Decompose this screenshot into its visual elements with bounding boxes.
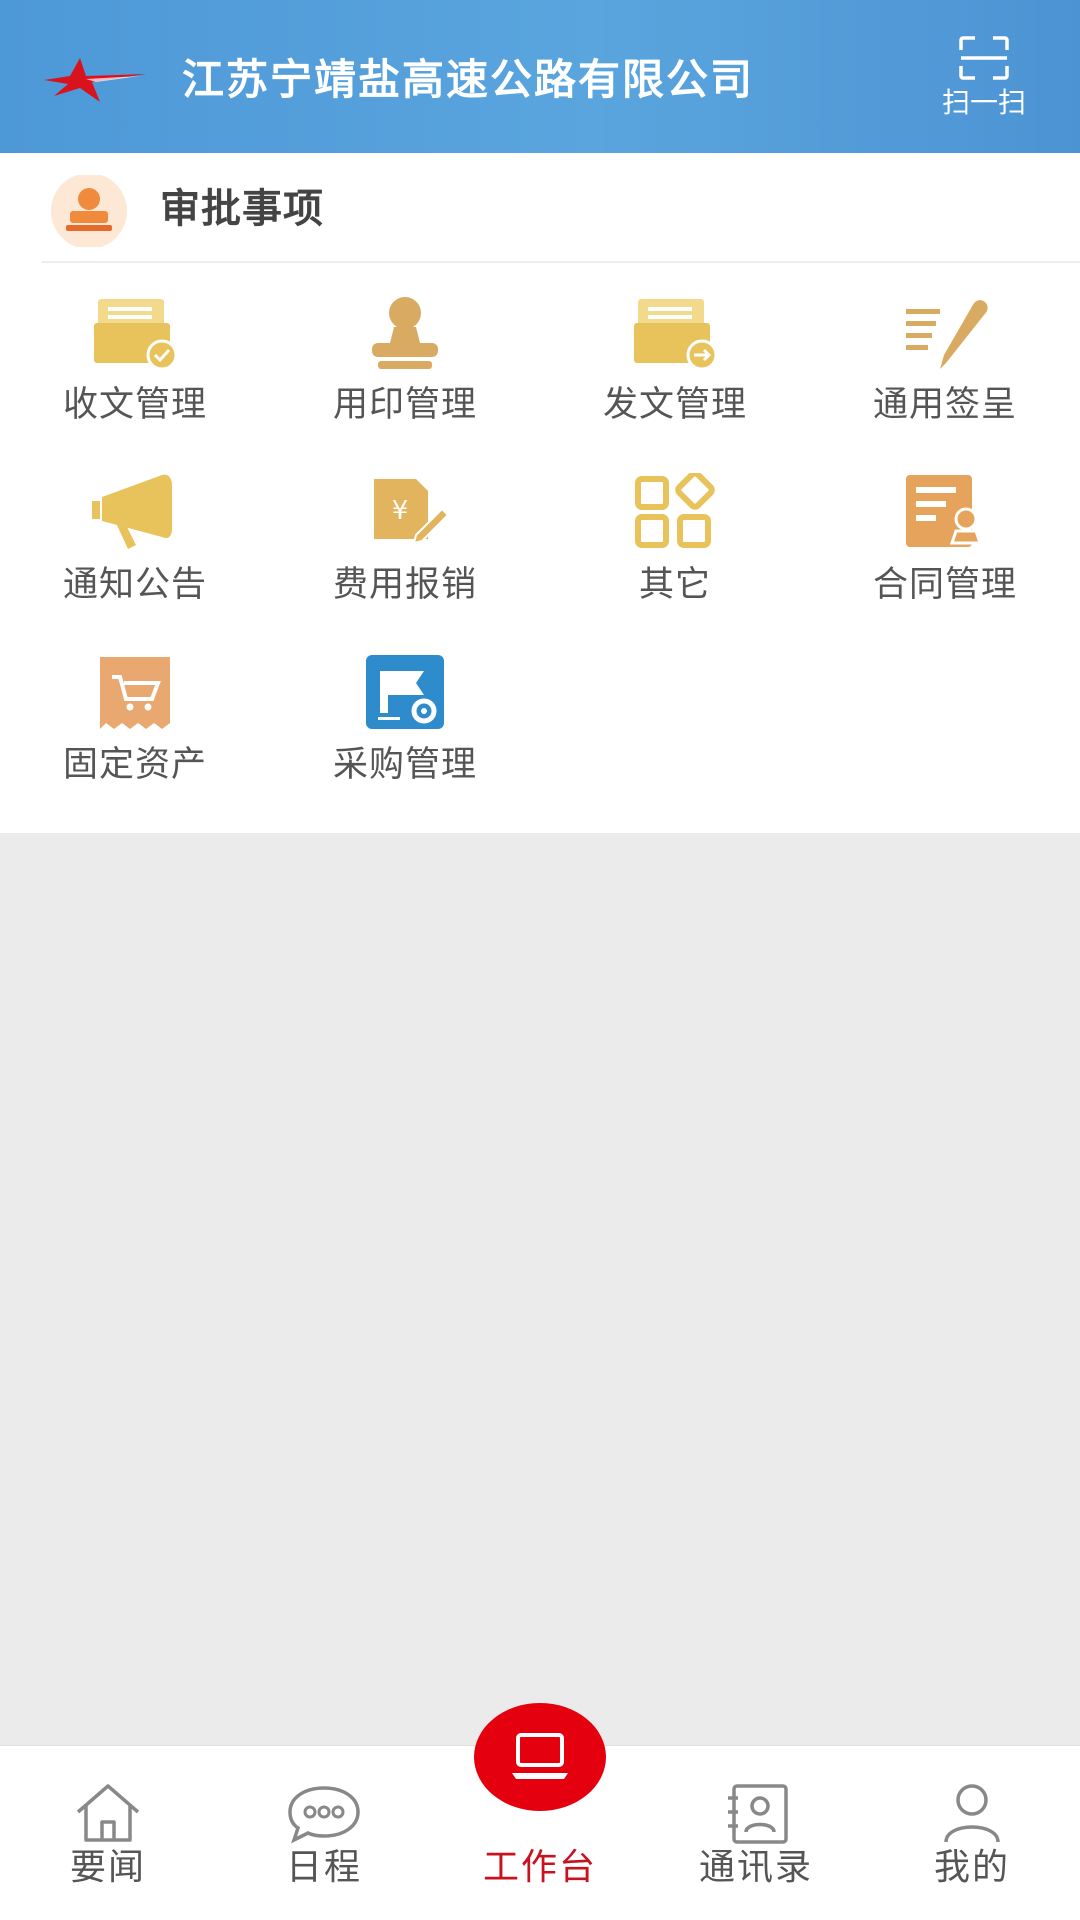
grid-item-sign[interactable]: 通用签呈 — [810, 293, 1080, 443]
grid-item-receive-document[interactable]: 收文管理 — [0, 293, 270, 443]
approval-panel: 审批事项 收文管理 用印管理 发文管理 通用签呈 通知公告 ¥ 费用报销 其它 … — [0, 153, 1080, 833]
grid-item-expense[interactable]: ¥ 费用报销 — [270, 473, 540, 623]
nav-label: 我的 — [933, 1847, 1010, 1888]
red-star-logo — [44, 58, 146, 102]
grid-item-fixed-assets[interactable]: 固定资产 — [0, 653, 270, 803]
scan-icon — [959, 36, 1009, 80]
app-root: 江苏宁靖盐高速公路有限公司 扫一扫 审批事项 收文管理 用印管理 发文管理 通用… — [0, 0, 1080, 1920]
nav-label: 日程 — [285, 1847, 362, 1888]
grid-item-contract[interactable]: 合同管理 — [810, 473, 1080, 623]
nav-label: 工作台 — [482, 1847, 597, 1888]
contacts-book-icon — [728, 1784, 788, 1844]
cart-receipt-icon — [100, 657, 170, 729]
user-icon — [944, 1784, 1000, 1843]
nav-item-contacts[interactable]: 通讯录 — [648, 1746, 864, 1920]
grid-item-seal[interactable]: 用印管理 — [270, 293, 540, 443]
send-document-icon — [634, 299, 718, 371]
company-name: 江苏宁靖盐高速公路有限公司 — [182, 55, 755, 104]
grid-item-label: 费用报销 — [332, 565, 477, 605]
grid-item-send-document[interactable]: 发文管理 — [540, 293, 810, 443]
grid-item-label: 其它 — [638, 565, 711, 605]
sign-pen-icon — [906, 300, 988, 369]
nav-label: 要闻 — [69, 1847, 146, 1888]
laptop-icon — [512, 1733, 568, 1779]
grid-item-label: 收文管理 — [62, 385, 207, 425]
nav-item-schedule[interactable]: 日程 — [216, 1746, 432, 1920]
section-header: 审批事项 — [0, 153, 1080, 263]
expense-yen-icon: ¥ — [374, 479, 450, 545]
apps-grid-icon — [635, 473, 715, 548]
grid-item-label: 固定资产 — [62, 745, 207, 785]
receive-document-icon — [94, 299, 178, 371]
scan-label: 扫一扫 — [941, 86, 1026, 119]
divider — [42, 261, 1080, 263]
grid-item-notice[interactable]: 通知公告 — [0, 473, 270, 623]
grid-item-label: 通用签呈 — [872, 385, 1017, 425]
grid-item-label: 用印管理 — [332, 385, 477, 425]
grid-item-other[interactable]: 其它 — [540, 473, 810, 623]
purchase-flag-icon — [366, 655, 444, 729]
home-icon — [76, 1784, 140, 1842]
seal-stamp-icon — [372, 297, 438, 369]
megaphone-icon — [92, 474, 172, 549]
grid-item-label: 通知公告 — [62, 565, 207, 605]
nav-item-news[interactable]: 要闻 — [0, 1746, 216, 1920]
svg-text:¥: ¥ — [392, 496, 409, 526]
stamp-person-icon — [51, 175, 127, 247]
chat-bubble-icon — [288, 1786, 360, 1844]
section-title: 审批事项 — [160, 186, 324, 232]
grid-item-purchase[interactable]: 采购管理 — [270, 653, 540, 803]
grid-item-label: 合同管理 — [872, 565, 1017, 605]
scan-button[interactable]: 扫一扫 — [924, 36, 1044, 126]
top-header: 江苏宁靖盐高速公路有限公司 扫一扫 — [0, 0, 1080, 153]
nav-label: 通讯录 — [698, 1847, 813, 1888]
contract-icon — [906, 475, 983, 547]
nav-item-mine[interactable]: 我的 — [864, 1746, 1080, 1920]
grid-item-label: 采购管理 — [332, 745, 477, 785]
grid-item-label: 发文管理 — [602, 385, 747, 425]
workbench-center-button[interactable] — [474, 1703, 606, 1811]
